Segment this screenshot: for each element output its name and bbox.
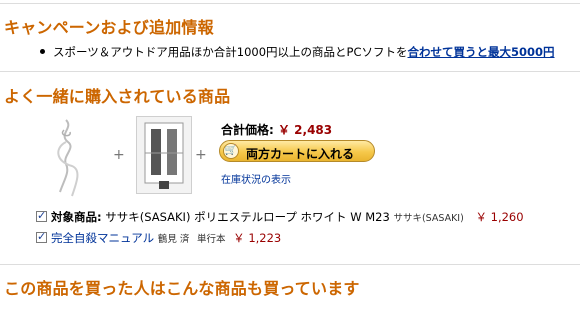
bullet-icon — [40, 49, 45, 54]
total-price-label: 合計価格: — [221, 123, 274, 137]
cart-icon: 🛒 — [223, 143, 239, 159]
item-2-format: 単行本 — [197, 234, 226, 245]
item-1-price: ￥ 1,260 — [475, 210, 524, 224]
campaign-bullet: スポーツ＆アウトドア用品ほか合計1000円以上の商品とPCソフトを合わせて買うと… — [40, 44, 555, 60]
divider-1 — [0, 71, 580, 72]
product-image-book[interactable] — [136, 116, 192, 194]
bundle-item-2: 完全自殺マニュアル 鶴見 済 単行本 ￥ 1,223 — [36, 230, 281, 246]
item-2-checkbox[interactable] — [36, 230, 47, 243]
cart-button-label: 両方カートに入れる — [246, 147, 355, 161]
item-1-checkbox[interactable] — [36, 209, 47, 222]
also-bought-heading: この商品を買った人はこんな商品も買っています — [4, 279, 360, 298]
item-2-price: ￥ 1,223 — [233, 231, 282, 245]
total-price-value: ￥ 2,483 — [278, 123, 333, 137]
campaign-bullet-text: スポーツ＆アウトドア用品ほか合計1000円以上の商品とPCソフトを — [53, 45, 408, 59]
stock-status-link[interactable]: 在庫状況の表示 — [221, 171, 291, 186]
item-1-maker: ササキ(SASAKI) — [393, 213, 464, 224]
item-2-author: 鶴見 済 — [157, 234, 190, 245]
campaign-promo-link[interactable]: 合わせて買うと最大5000円 — [408, 45, 555, 59]
divider-2 — [0, 264, 580, 265]
item-1-prefix: 対象商品: — [51, 210, 102, 224]
total-price-row: 合計価格: ￥ 2,483 — [221, 121, 332, 138]
item-1-name: ササキ(SASAKI) ポリエステルロープ ホワイト W M23 — [105, 210, 390, 224]
campaign-heading: キャンペーンおよび追加情報 — [4, 18, 214, 37]
book-cover-art — [137, 117, 191, 193]
top-divider — [0, 3, 580, 4]
plus-sign-1: + — [113, 147, 125, 163]
plus-sign-2: + — [195, 147, 207, 163]
add-both-to-cart-button[interactable]: 🛒 両方カートに入れる — [219, 140, 375, 162]
product-image-rope[interactable] — [44, 118, 90, 200]
item-2-name-link[interactable]: 完全自殺マニュアル — [51, 231, 154, 245]
bundle-item-1: 対象商品: ササキ(SASAKI) ポリエステルロープ ホワイト W M23 サ… — [36, 209, 524, 225]
bought-together-heading: よく一緒に購入されている商品 — [4, 87, 231, 106]
